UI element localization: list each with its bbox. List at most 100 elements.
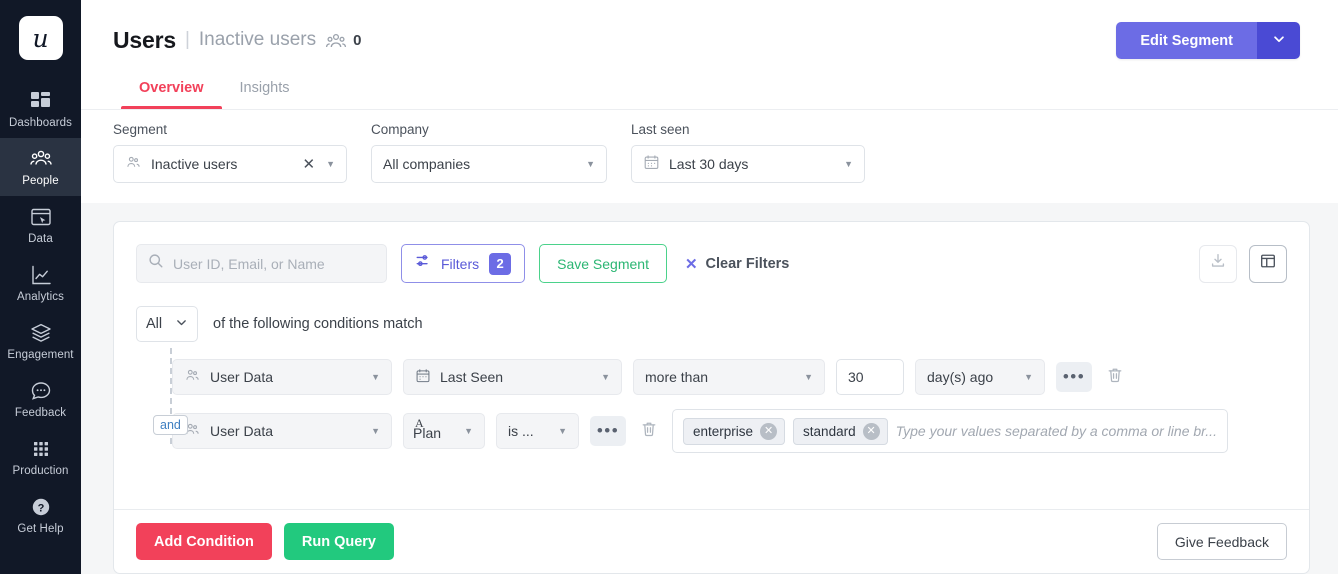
- segment-member-count: 0: [353, 31, 362, 49]
- calendar-icon: [643, 154, 660, 174]
- last-seen-filter: Last seen Last 30 days ▼: [631, 122, 865, 183]
- condition-operator-select[interactable]: is ... ▼: [496, 413, 579, 449]
- condition-unit-select[interactable]: day(s) ago ▼: [915, 359, 1045, 395]
- condition-more-button[interactable]: •••: [1056, 362, 1092, 392]
- search-field[interactable]: [136, 244, 387, 283]
- condition-delete-button[interactable]: [1103, 366, 1127, 389]
- give-feedback-button[interactable]: Give Feedback: [1156, 523, 1287, 560]
- condition-source-select[interactable]: User Data ▼: [172, 359, 392, 395]
- condition-number-value: 30: [848, 369, 864, 385]
- edit-segment-button[interactable]: Edit Segment: [1116, 22, 1257, 59]
- segment-select-value: Inactive users: [151, 156, 238, 172]
- condition-source-select[interactable]: User Data ▼: [172, 413, 392, 449]
- tab-insights[interactable]: Insights: [222, 80, 308, 109]
- toolbar-actions: [1199, 244, 1287, 283]
- people-icon: [125, 154, 142, 174]
- trash-icon: [1106, 366, 1124, 389]
- segment-filter: Segment Inactive users ✕ ▼: [113, 122, 347, 183]
- condition-row: User Data ▼ Last Seen ▼ more than ▼ 30 d…: [172, 356, 1287, 398]
- sidebar-item-people[interactable]: People: [0, 138, 81, 196]
- layers-icon: [30, 322, 52, 344]
- chevron-down-icon: ▼: [844, 158, 853, 169]
- sidebar-item-label: Engagement: [7, 348, 74, 361]
- chevron-down-icon: [1272, 32, 1286, 49]
- download-icon: [1209, 252, 1227, 275]
- company-filter-label: Company: [371, 122, 429, 137]
- condition-field-value: Last Seen: [440, 369, 504, 385]
- chevron-down-icon: ▼: [558, 425, 567, 436]
- condition-operator-select[interactable]: more than ▼: [633, 359, 825, 395]
- condition-values-input[interactable]: enterprise ✕ standard ✕ Type your values…: [672, 409, 1228, 453]
- columns-button[interactable]: [1249, 244, 1287, 283]
- people-count-icon: [325, 31, 347, 53]
- sidebar-item-production[interactable]: Production: [0, 428, 81, 486]
- remove-tag-icon[interactable]: ✕: [760, 422, 778, 440]
- condition-connector[interactable]: and: [153, 415, 188, 435]
- save-segment-button[interactable]: Save Segment: [539, 244, 667, 283]
- condition-field-select[interactable]: A Plan ▼: [403, 413, 485, 449]
- match-mode-select[interactable]: All: [136, 306, 198, 342]
- app-logo[interactable]: u: [18, 16, 63, 60]
- download-button[interactable]: [1199, 244, 1237, 283]
- sidebar-item-dashboards[interactable]: Dashboards: [0, 80, 81, 138]
- sidebar-item-data[interactable]: Data: [0, 196, 81, 254]
- apps-dots-icon: [30, 438, 52, 460]
- title-separator: |: [184, 29, 190, 50]
- sidebar-item-label: Get Help: [17, 522, 64, 535]
- company-select[interactable]: All companies ▼: [371, 145, 607, 183]
- clear-filters-label: Clear Filters: [705, 255, 790, 272]
- query-builder-body: Filters 2 Save Segment ✕ Clear Filters: [114, 222, 1309, 453]
- condition-field-select[interactable]: Last Seen ▼: [403, 359, 622, 395]
- chevron-down-icon: ▼: [804, 371, 813, 382]
- data-window-icon: [30, 206, 52, 228]
- question-circle-icon: ?: [30, 496, 52, 518]
- condition-number-input[interactable]: 30: [836, 359, 904, 395]
- condition-operator-value: more than: [645, 369, 709, 385]
- trash-icon: [640, 420, 658, 443]
- segment-select[interactable]: Inactive users ✕ ▼: [113, 145, 347, 183]
- filters-count-badge: 2: [489, 252, 512, 275]
- chevron-down-icon: ▼: [371, 371, 380, 382]
- filter-sliders-icon: [415, 253, 431, 274]
- chevron-down-icon: [175, 316, 188, 333]
- last-seen-select[interactable]: Last 30 days ▼: [631, 145, 865, 183]
- sidebar-item-analytics[interactable]: Analytics: [0, 254, 81, 312]
- chevron-down-icon[interactable]: ▼: [326, 159, 335, 169]
- condition-more-button[interactable]: •••: [590, 416, 626, 446]
- add-condition-button[interactable]: Add Condition: [136, 523, 272, 560]
- match-mode-value: All: [146, 316, 163, 332]
- condition-delete-button[interactable]: [637, 420, 661, 443]
- remove-tag-icon[interactable]: ✕: [862, 422, 880, 440]
- table-columns-icon: [1259, 252, 1277, 275]
- filters-button[interactable]: Filters 2: [401, 244, 526, 283]
- grid-dashboard-icon: [30, 90, 52, 112]
- app-root: u Dashboards People Data Analytics Engag…: [0, 0, 1338, 574]
- people-icon: [29, 148, 52, 170]
- conditions-list: and User Data ▼ Last Seen ▼ more than ▼ …: [136, 348, 1287, 453]
- sidebar-item-get-help[interactable]: ? Get Help: [0, 486, 81, 544]
- last-seen-filter-label: Last seen: [631, 122, 690, 137]
- condition-source-value: User Data: [210, 423, 274, 439]
- run-query-button[interactable]: Run Query: [283, 523, 394, 560]
- calendar-icon: [415, 368, 431, 387]
- tab-overview[interactable]: Overview: [121, 80, 222, 109]
- clear-filters-button[interactable]: ✕ Clear Filters: [685, 255, 789, 273]
- clear-segment-icon[interactable]: ✕: [301, 155, 318, 173]
- close-icon: ✕: [684, 255, 698, 273]
- edit-segment-dropdown-button[interactable]: [1257, 22, 1300, 59]
- value-tag-label: standard: [803, 423, 856, 439]
- value-tag-label: enterprise: [693, 423, 754, 439]
- sidebar-item-engagement[interactable]: Engagement: [0, 312, 81, 370]
- condition-operator-value: is ...: [508, 423, 534, 439]
- search-input[interactable]: [173, 255, 375, 272]
- sidebar-item-label: People: [22, 174, 59, 187]
- value-tag: enterprise ✕: [683, 417, 786, 445]
- svg-text:?: ?: [37, 502, 44, 514]
- sidebar-item-feedback[interactable]: Feedback: [0, 370, 81, 428]
- values-placeholder: Type your values separated by a comma or…: [895, 423, 1217, 439]
- line-chart-icon: [30, 264, 52, 286]
- match-mode-text: of the following conditions match: [213, 316, 423, 332]
- segment-name: Inactive users: [198, 29, 317, 50]
- query-builder-footer: Add Condition Run Query Give Feedback: [114, 509, 1309, 573]
- company-filter: Company All companies ▼: [371, 122, 607, 183]
